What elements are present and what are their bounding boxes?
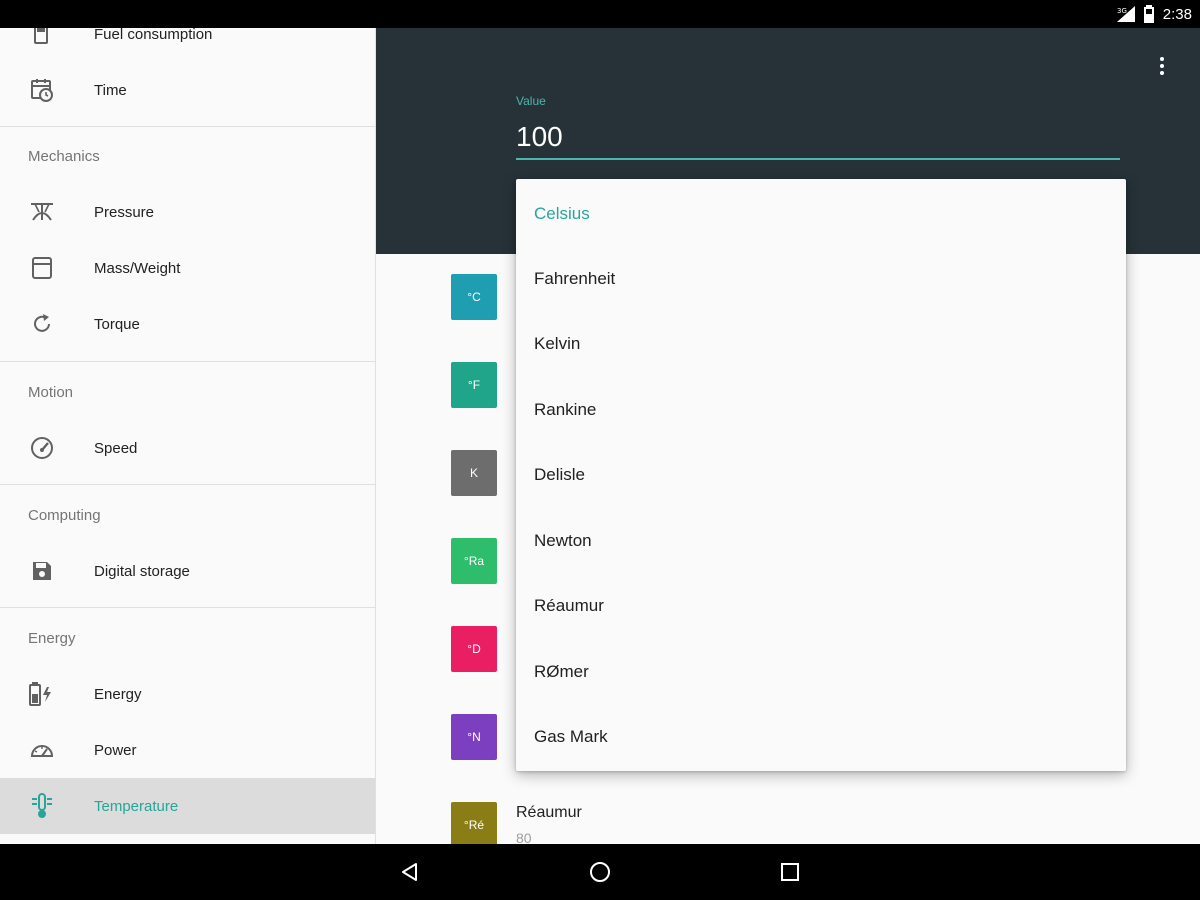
section-header-energy: Energy	[28, 630, 76, 647]
section-header-mechanics: Mechanics	[28, 148, 100, 165]
drawer-item-label: Power	[94, 741, 137, 759]
divider	[0, 607, 375, 608]
unit-badge-delisle: °D	[451, 626, 497, 672]
drawer-item-time[interactable]: Time	[0, 62, 375, 118]
drawer-item-torque[interactable]: Torque	[0, 296, 375, 352]
dropdown-option-romer[interactable]: RØmer	[516, 639, 1126, 704]
drawer-item-speed[interactable]: Speed	[0, 420, 375, 476]
dropdown-option-celsius[interactable]: Celsius	[516, 181, 1126, 246]
speedometer-icon	[28, 434, 56, 462]
drawer-item-label: Temperature	[94, 797, 179, 815]
dropdown-option-kelvin[interactable]: Kelvin	[516, 311, 1126, 376]
drawer-item-power[interactable]: Power	[0, 722, 375, 778]
clock: 2:38	[1162, 5, 1192, 23]
drawer-item-label: Time	[94, 81, 127, 99]
drawer-item-fuel-consumption[interactable]: Fuel consumption	[0, 28, 375, 62]
recent-apps-icon[interactable]	[776, 858, 804, 886]
drawer-item-label: Digital storage	[94, 562, 190, 580]
svg-text:3G: 3G	[1117, 7, 1127, 15]
unit-badge-fahrenheit: °F	[451, 362, 497, 408]
back-icon[interactable]	[396, 858, 424, 886]
divider	[0, 484, 375, 485]
result-unit-name: Réaumur	[516, 804, 582, 821]
drawer-item-label: Pressure	[94, 203, 155, 221]
dropdown-option-delisle[interactable]: Delisle	[516, 442, 1126, 507]
unit-badge-kelvin: K	[451, 450, 497, 496]
dropdown-option-newton[interactable]: Newton	[516, 508, 1126, 573]
dropdown-option-reaumur[interactable]: Réaumur	[516, 573, 1126, 638]
divider	[0, 126, 375, 127]
drawer-item-digital-storage[interactable]: Digital storage	[0, 543, 375, 599]
battery-charging-icon	[28, 680, 56, 708]
thermometer-icon	[28, 792, 56, 820]
fuel-icon	[28, 28, 56, 48]
value-label: Value	[516, 94, 546, 108]
cellular-signal-icon: 3G	[1116, 6, 1135, 22]
value-input[interactable]	[516, 120, 1120, 160]
drawer-item-label: Speed	[94, 439, 138, 457]
drawer-item-mass-weight[interactable]: Mass/Weight	[0, 240, 375, 296]
dropdown-option-rankine[interactable]: Rankine	[516, 377, 1126, 442]
weight-icon	[28, 254, 56, 282]
status-bar: 3G 2:38	[0, 0, 1200, 28]
home-icon[interactable]	[586, 858, 614, 886]
unit-dropdown-menu: Celsius Fahrenheit Kelvin Rankine Delisl…	[516, 179, 1126, 771]
pressure-icon	[28, 198, 56, 226]
section-header-motion: Motion	[28, 384, 74, 401]
drawer-item-label: Energy	[94, 685, 142, 703]
drawer-item-energy[interactable]: Energy	[0, 666, 375, 722]
unit-badge-rankine: °Ra	[451, 538, 497, 584]
drawer-item-pressure[interactable]: Pressure	[0, 184, 375, 240]
battery-icon	[1143, 5, 1155, 23]
system-navigation-bar	[0, 844, 1200, 900]
navigation-drawer: Fuel consumption Time Mechanics Pressure…	[0, 28, 376, 844]
time-icon	[28, 76, 56, 104]
dropdown-option-gas-mark[interactable]: Gas Mark	[516, 704, 1126, 769]
drawer-item-label: Mass/Weight	[94, 259, 181, 277]
power-gauge-icon	[28, 736, 56, 764]
unit-badge-celsius: °C	[451, 274, 497, 320]
divider	[0, 361, 375, 362]
drawer-item-temperature[interactable]: Temperature	[0, 778, 375, 834]
drawer-item-label: Fuel consumption	[94, 28, 213, 43]
overflow-menu-icon[interactable]	[1150, 54, 1174, 78]
drawer-item-label: Torque	[94, 315, 140, 333]
unit-badge-reaumur: °Ré	[451, 802, 497, 848]
unit-badge-newton: °N	[451, 714, 497, 760]
dropdown-option-fahrenheit[interactable]: Fahrenheit	[516, 246, 1126, 311]
torque-icon	[28, 310, 56, 338]
floppy-disk-icon	[28, 557, 56, 585]
section-header-computing: Computing	[28, 507, 101, 524]
